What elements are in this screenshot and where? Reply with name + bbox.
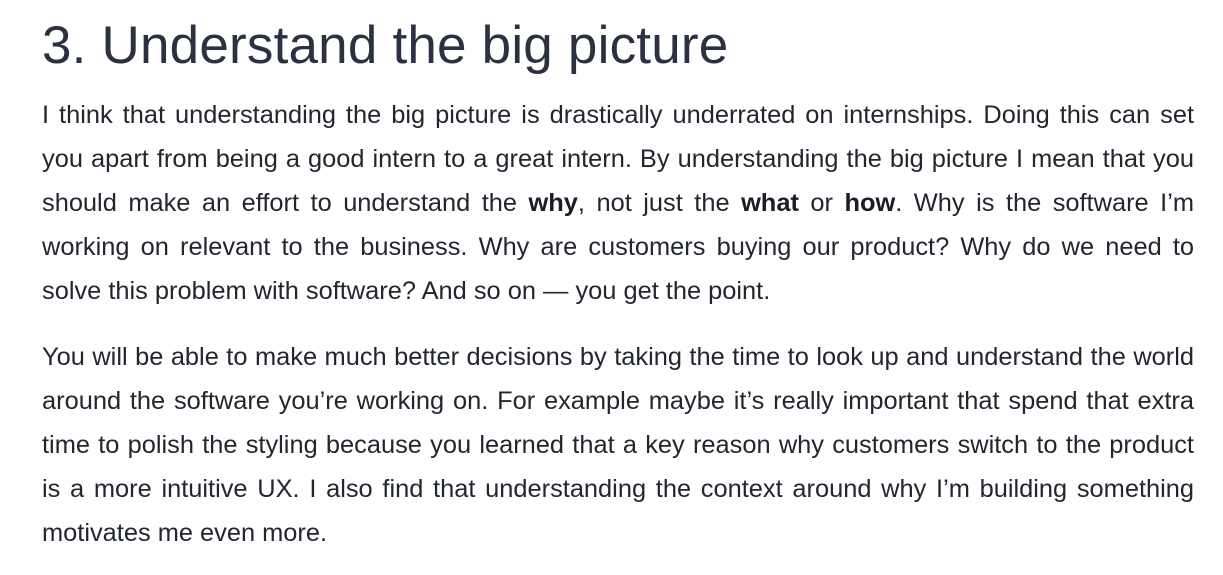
paragraph-better-decisions: You will be able to make much better dec… xyxy=(42,343,1194,547)
article-section: 3. Understand the big picture I think th… xyxy=(42,0,1194,555)
emphasis-why: why xyxy=(528,189,578,217)
paragraph-text: or xyxy=(798,189,845,217)
paragraph-big-picture: I think that understanding the big pictu… xyxy=(42,93,1194,313)
emphasis-what: what xyxy=(741,189,799,217)
emphasis-how: how xyxy=(844,189,896,217)
paragraph-text: , not just the xyxy=(577,189,742,217)
section-heading: 3. Understand the big picture xyxy=(42,16,729,75)
